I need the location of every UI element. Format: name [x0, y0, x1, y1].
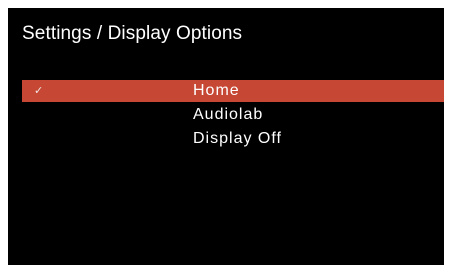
menu-item-audiolab[interactable]: Audiolab	[22, 104, 444, 126]
display-options-menu: ✓ Home Audiolab Display Off	[22, 80, 444, 152]
menu-item-home[interactable]: ✓ Home	[22, 80, 444, 102]
checkmark-icon: ✓	[34, 84, 44, 97]
menu-item-display-off[interactable]: Display Off	[22, 128, 444, 150]
menu-item-label: Display Off	[193, 130, 282, 147]
menu-item-label: Audiolab	[193, 106, 264, 123]
menu-item-label: Home	[193, 82, 240, 99]
device-screen: Settings / Display Options ✓ Home Audiol…	[8, 8, 444, 265]
page-title: Settings / Display Options	[22, 23, 243, 44]
